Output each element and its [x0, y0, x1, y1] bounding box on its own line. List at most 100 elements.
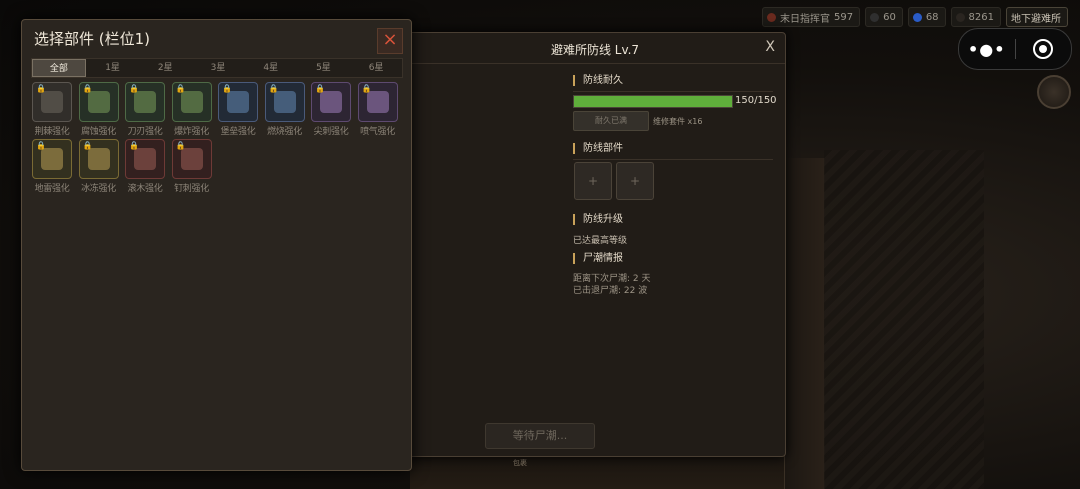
bottom-bar-label: 包裹: [513, 459, 527, 467]
resource-blue-value: 68: [925, 11, 939, 23]
part-art-icon: [134, 91, 156, 113]
part-image: 🔒: [264, 82, 305, 122]
part-card[interactable]: 🔒 冰冻强化: [78, 139, 119, 194]
part-art-icon: [180, 148, 203, 170]
parts-section: 防线部件: [573, 143, 773, 160]
resource-blue[interactable]: 68: [907, 7, 946, 27]
durability-section: 防线耐久: [573, 75, 773, 92]
part-label: 腐蚀强化: [81, 127, 116, 137]
part-card[interactable]: 🔒 刀刃强化: [125, 82, 165, 137]
part-image: 🔒: [32, 82, 72, 122]
durability-bar-fill: [574, 96, 732, 107]
close-icon[interactable]: ×: [377, 28, 403, 54]
lock-icon: 🔒: [129, 84, 139, 93]
tab-star-1[interactable]: 1星: [87, 59, 139, 77]
part-art-icon: [320, 91, 342, 113]
tab-star-3[interactable]: 3星: [192, 59, 244, 77]
tab-star-6[interactable]: 6星: [350, 59, 402, 77]
background-bottom-bar: [410, 455, 784, 489]
part-art-icon: [41, 148, 63, 170]
commander-icon: [766, 12, 776, 22]
resource-commander[interactable]: 末日指挥官 597: [761, 7, 861, 27]
part-card[interactable]: 🔒 尖刺强化: [311, 82, 351, 137]
part-image: 🔒: [125, 82, 165, 122]
select-parts-dialog: 选择部件 (栏位1) × 全部 1星 2星 3星 4星 5星 6星 🔒 荆棘强化 🔒 腐蚀强化 🔒 刀…: [21, 19, 412, 471]
part-card[interactable]: 🔒 滚木强化: [125, 139, 165, 194]
more-menu-icon[interactable]: •●•: [959, 40, 1015, 59]
lock-icon: 🔒: [36, 84, 46, 93]
upgrade-title: 防线升级: [573, 214, 773, 225]
part-card[interactable]: 🔒 喷气强化: [357, 82, 398, 137]
lock-icon: 🔒: [175, 141, 186, 150]
durability-bar: [573, 95, 733, 108]
part-label: 滚木强化: [127, 184, 163, 194]
resource-bar: 末日指挥官 597 60 68 8261 地下避难所: [761, 7, 1068, 27]
lock-icon: 🔒: [222, 84, 232, 93]
part-image: 🔒: [171, 139, 212, 179]
background-panel: [784, 158, 825, 489]
part-label: 地雷强化: [34, 184, 70, 194]
part-card[interactable]: 🔒 燃烧强化: [264, 82, 305, 137]
part-card[interactable]: 🔒 爆炸强化: [171, 82, 212, 137]
resource-commander-label: 末日指挥官: [779, 13, 830, 25]
part-label: 钉刺强化: [174, 184, 209, 194]
tab-star-0[interactable]: 全部: [32, 59, 86, 77]
lock-icon: 🔒: [175, 84, 186, 93]
upgrade-section: 防线升级: [573, 214, 773, 225]
part-label: 堡垒强化: [220, 127, 256, 137]
part-art-icon: [87, 148, 110, 170]
part-image: 🔒: [357, 82, 398, 122]
part-label: 刀刃强化: [127, 127, 163, 137]
upgrade-status: 已达最高等级: [573, 236, 628, 246]
part-art-icon: [180, 91, 203, 113]
material-icon: [955, 12, 965, 22]
part-card[interactable]: 🔒 腐蚀强化: [78, 82, 119, 137]
part-art-icon: [366, 91, 389, 113]
resource-material[interactable]: 8261: [950, 7, 1001, 27]
repair-button[interactable]: 耐久已满: [573, 111, 649, 131]
target-icon: [1033, 39, 1054, 59]
wait-tide-button[interactable]: 等待尸潮...: [485, 423, 595, 449]
part-art-icon: [134, 148, 156, 170]
part-label: 荆棘强化: [34, 127, 70, 137]
part-card[interactable]: 🔒 荆棘强化: [32, 82, 72, 137]
part-image: 🔒: [125, 139, 165, 179]
part-card[interactable]: 🔒 钉刺强化: [171, 139, 212, 194]
resource-commander-value: 597: [833, 11, 854, 23]
tab-star-5[interactable]: 5星: [298, 59, 350, 77]
part-art-icon: [41, 91, 63, 113]
defense-close-button[interactable]: X: [765, 39, 775, 55]
tab-star-4[interactable]: 4星: [245, 59, 297, 77]
part-image: 🔒: [78, 139, 119, 179]
location-label: 地下避难所: [1011, 13, 1061, 25]
location-shelter[interactable]: 地下避难所: [1006, 7, 1068, 27]
part-label: 冰冻强化: [81, 184, 116, 194]
part-slot-2[interactable]: +: [616, 162, 654, 200]
lock-icon: 🔒: [36, 141, 46, 150]
close-miniprogram-button[interactable]: [1015, 39, 1071, 59]
resource-gray-value: 60: [883, 11, 896, 23]
defense-line-dialog: 避难所防线 Lv.7 X 防线耐久 150/150 耐久已满 维修套件 x16 …: [404, 32, 786, 457]
part-art-icon: [87, 91, 110, 113]
lock-icon: 🔒: [315, 84, 325, 93]
part-label: 尖刺强化: [313, 127, 349, 137]
part-image: 🔒: [311, 82, 351, 122]
repelled-tide-text: 已击退尸潮: 22 波: [573, 286, 648, 296]
round-menu-button[interactable]: [1037, 75, 1071, 109]
part-image: 🔒: [32, 139, 72, 179]
defense-dialog-title: 避难所防线 Lv.7: [550, 43, 640, 57]
gray-coin-icon: [870, 12, 880, 22]
part-card[interactable]: 🔒 地雷强化: [32, 139, 72, 194]
part-label: 喷气强化: [360, 127, 395, 137]
resource-gray[interactable]: 60: [865, 7, 903, 27]
tide-title: 尸潮情报: [573, 253, 773, 264]
part-image: 🔒: [218, 82, 258, 122]
blue-gem-icon: [912, 12, 922, 22]
repair-kit-count: 维修套件 x16: [653, 117, 703, 126]
part-card[interactable]: 🔒 堡垒强化: [218, 82, 258, 137]
part-image: 🔒: [171, 82, 212, 122]
lock-icon: 🔒: [361, 84, 372, 93]
part-slot-1[interactable]: +: [574, 162, 612, 200]
tab-star-2[interactable]: 2星: [139, 59, 191, 77]
select-parts-title: 选择部件 (栏位1): [34, 30, 151, 48]
